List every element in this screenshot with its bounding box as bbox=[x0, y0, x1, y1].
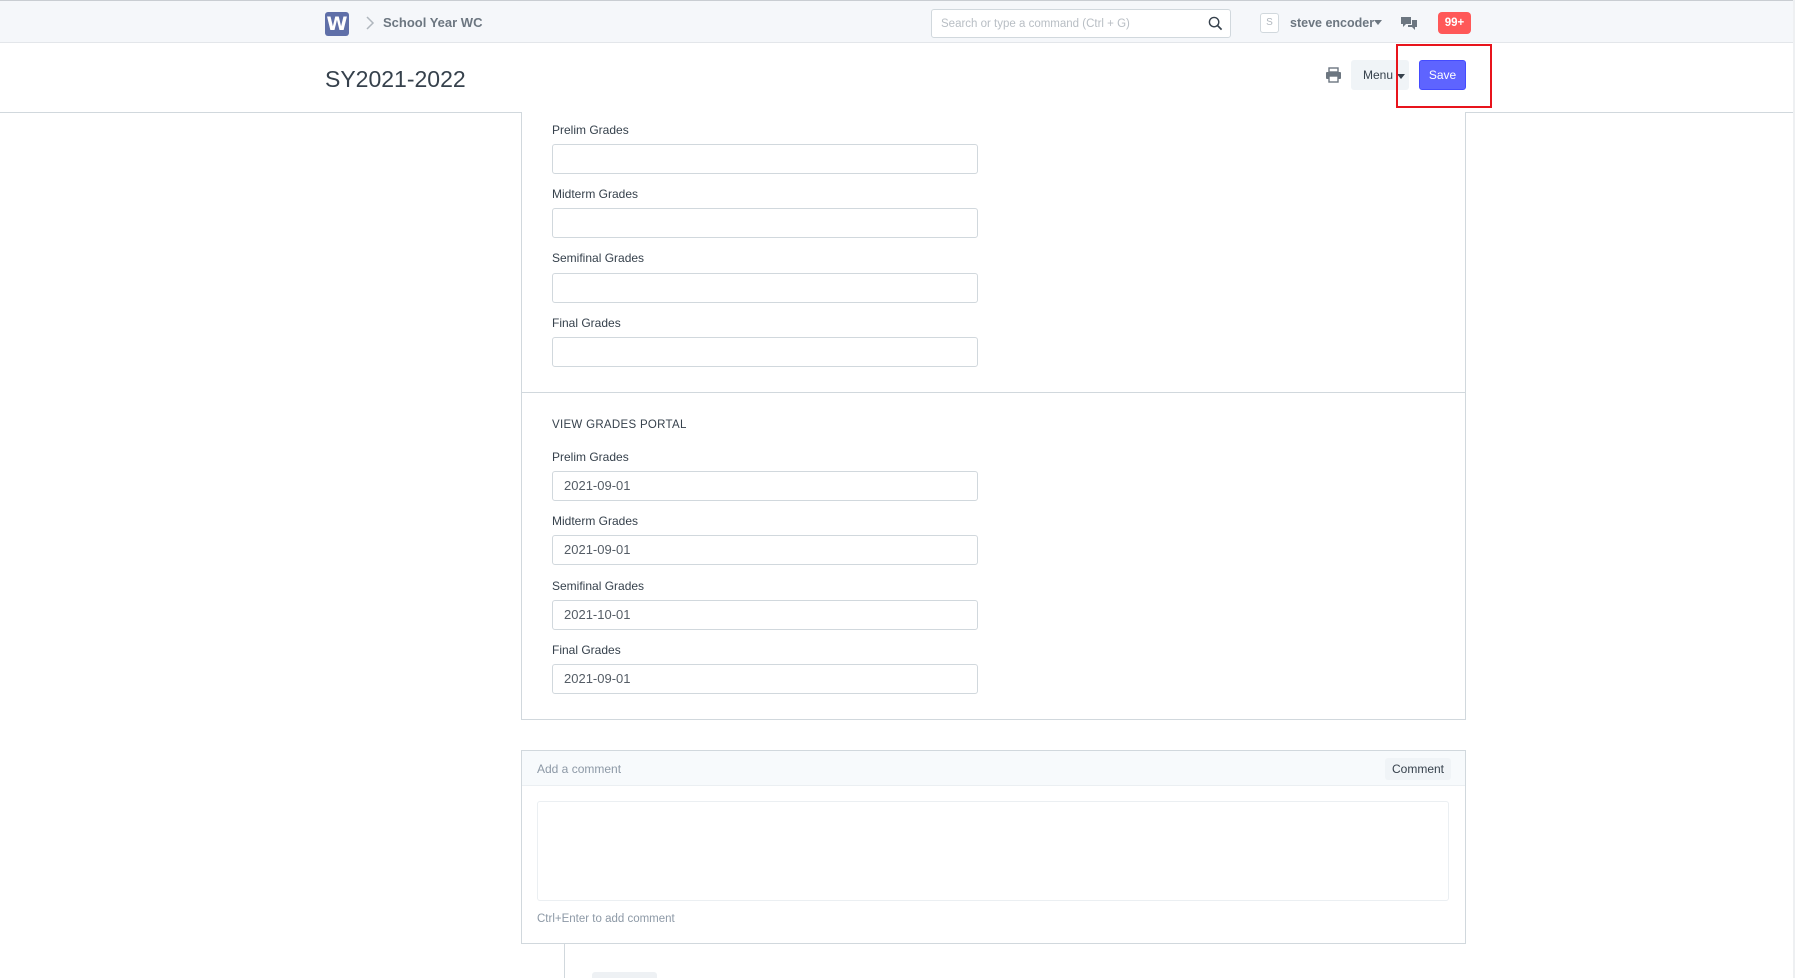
caret-down-icon[interactable] bbox=[1374, 20, 1382, 25]
user-avatar[interactable]: S bbox=[1260, 13, 1279, 33]
comment-card: Add a comment Comment Ctrl+Enter to add … bbox=[521, 750, 1466, 944]
comment-hint: Ctrl+Enter to add comment bbox=[537, 913, 675, 925]
field-label: Final Grades bbox=[552, 316, 621, 330]
menu-button-label: Menu bbox=[1363, 68, 1394, 82]
midterm-grades-input[interactable] bbox=[552, 208, 978, 238]
section-heading: VIEW GRADES PORTAL bbox=[552, 419, 687, 431]
app-logo[interactable]: W bbox=[325, 12, 349, 36]
portal-prelim-grades-input[interactable]: 2021-09-01 bbox=[552, 471, 978, 501]
field-label: Prelim Grades bbox=[552, 123, 629, 137]
menu-button[interactable]: Menu bbox=[1351, 60, 1409, 90]
field-label: Midterm Grades bbox=[552, 514, 639, 528]
field-label: Semifinal Grades bbox=[552, 579, 645, 593]
portal-midterm-grades-input[interactable]: 2021-09-01 bbox=[552, 535, 978, 565]
search-input[interactable] bbox=[932, 10, 1192, 37]
chevron-right-icon bbox=[366, 16, 375, 30]
search-icon[interactable] bbox=[1208, 16, 1223, 31]
field-label: Semifinal Grades bbox=[552, 251, 645, 265]
field-label: Prelim Grades bbox=[552, 450, 629, 464]
caret-down-icon bbox=[1397, 74, 1405, 79]
semifinal-grades-input[interactable] bbox=[552, 273, 978, 303]
final-grades-input[interactable] bbox=[552, 337, 978, 367]
field-label: Final Grades bbox=[552, 643, 621, 657]
page-title: SY2021-2022 bbox=[325, 66, 466, 92]
breadcrumb-school-year[interactable]: School Year WC bbox=[383, 15, 482, 30]
save-button[interactable]: Save bbox=[1419, 60, 1466, 90]
chat-icon[interactable] bbox=[1400, 15, 1418, 31]
comment-header: Add a comment Comment bbox=[522, 751, 1465, 786]
form-card: Prelim Grades Midterm Grades Semifinal G… bbox=[521, 112, 1466, 720]
comment-button[interactable]: Comment bbox=[1384, 758, 1451, 780]
timeline-item bbox=[592, 972, 657, 978]
section-divider bbox=[522, 392, 1465, 393]
comment-textarea[interactable] bbox=[537, 801, 1449, 901]
timeline-line bbox=[564, 944, 565, 978]
notifications-badge[interactable]: 99+ bbox=[1438, 12, 1471, 34]
field-label: Midterm Grades bbox=[552, 187, 639, 201]
page-head: SY2021-2022 Menu Save bbox=[0, 43, 1795, 113]
print-icon[interactable] bbox=[1325, 67, 1342, 83]
prelim-grades-input[interactable] bbox=[552, 144, 978, 174]
user-menu-toggle[interactable]: steve encoder bbox=[1290, 16, 1374, 30]
navbar: W School Year WC S steve encoder 99+ bbox=[0, 0, 1795, 43]
portal-semifinal-grades-input[interactable]: 2021-10-01 bbox=[552, 600, 978, 630]
portal-final-grades-input[interactable]: 2021-09-01 bbox=[552, 664, 978, 694]
comment-header-label: Add a comment bbox=[537, 762, 622, 776]
search-box bbox=[931, 9, 1231, 38]
